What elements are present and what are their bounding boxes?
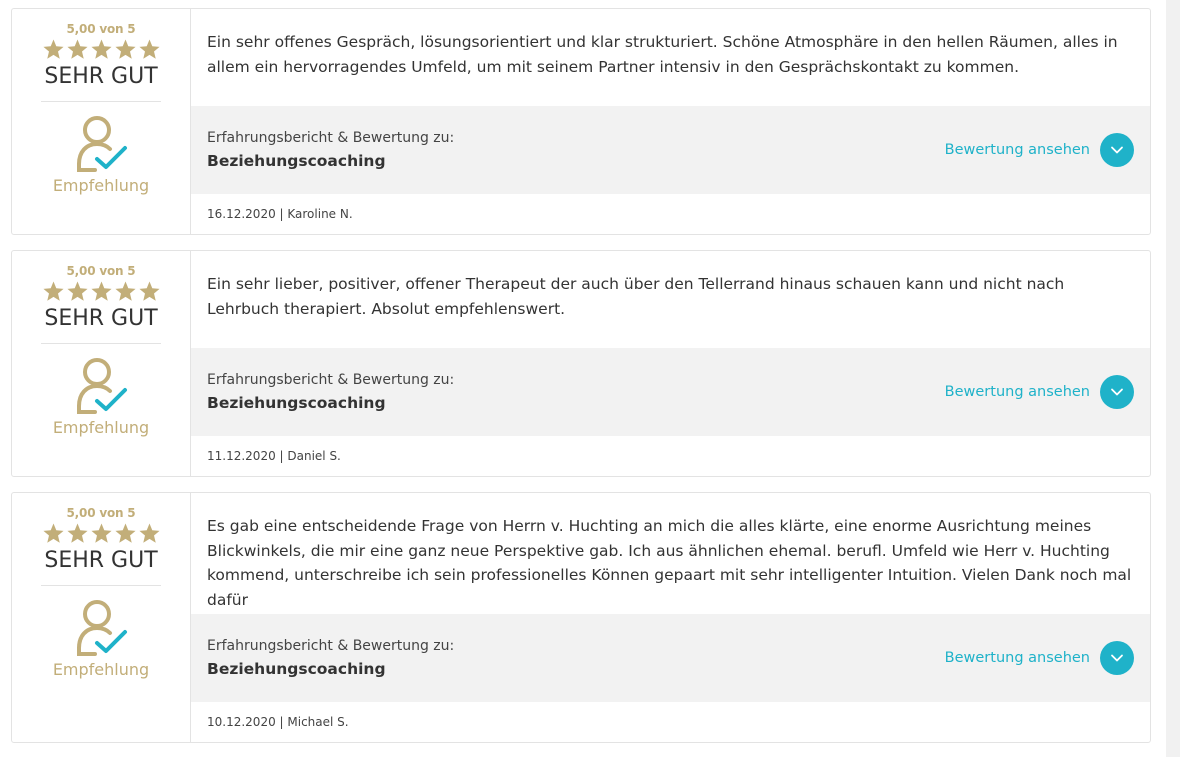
star-icon — [138, 281, 160, 301]
rating-panel: 5,00 von 5 SEHR GUT Empfehlung — [12, 493, 191, 742]
view-review-link[interactable]: Bewertung ansehen — [945, 375, 1134, 409]
service-panel: Erfahrungsbericht & Bewertung zu: Bezieh… — [191, 348, 1150, 436]
star-rating — [42, 522, 161, 545]
star-icon — [138, 39, 160, 59]
star-icon — [42, 39, 64, 59]
review-body: Ein sehr lieber, positiver, offener Ther… — [191, 251, 1150, 476]
service-panel: Erfahrungsbericht & Bewertung zu: Bezieh… — [191, 106, 1150, 194]
star-icon — [114, 39, 136, 59]
star-icon — [114, 523, 136, 543]
chevron-down-icon — [1111, 388, 1123, 396]
review-text: Ein sehr offenes Gespräch, lösungsorient… — [207, 33, 1118, 76]
rating-score: 5,00 von 5 — [66, 22, 136, 36]
star-icon — [90, 281, 112, 301]
rating-panel: 5,00 von 5 SEHR GUT Empfehlung — [12, 9, 191, 234]
review-text: Ein sehr lieber, positiver, offener Ther… — [207, 275, 1065, 318]
star-icon — [114, 281, 136, 301]
rating-panel: 5,00 von 5 SEHR GUT Empfehlung — [12, 251, 191, 476]
recommendation-label: Empfehlung — [52, 418, 150, 437]
chevron-down-icon — [1111, 654, 1123, 662]
star-icon — [66, 281, 88, 301]
recommendation-label: Empfehlung — [52, 660, 150, 679]
review-body: Es gab eine entscheidende Frage von Herr… — [191, 493, 1150, 742]
star-icon — [90, 39, 112, 59]
service-info: Erfahrungsbericht & Bewertung zu: Bezieh… — [207, 638, 454, 678]
rating-label: SEHR GUT — [44, 548, 158, 573]
star-rating — [42, 38, 161, 61]
view-review-button[interactable] — [1100, 133, 1134, 167]
star-rating — [42, 280, 161, 303]
service-info: Erfahrungsbericht & Bewertung zu: Bezieh… — [207, 130, 454, 170]
service-name: Beziehungscoaching — [207, 394, 386, 412]
view-review-label[interactable]: Bewertung ansehen — [945, 384, 1090, 400]
service-info: Erfahrungsbericht & Bewertung zu: Bezieh… — [207, 372, 454, 412]
divider — [41, 585, 161, 586]
star-icon — [42, 281, 64, 301]
rating-label: SEHR GUT — [44, 64, 158, 89]
service-label: Erfahrungsbericht & Bewertung zu: — [207, 130, 455, 146]
review-card: 5,00 von 5 SEHR GUT Empfehlung Es gab ei… — [11, 492, 1151, 743]
divider — [41, 343, 161, 344]
rating-score: 5,00 von 5 — [66, 506, 136, 520]
review-meta: 16.12.2020 | Karoline N. — [207, 207, 353, 221]
user-check-icon — [77, 358, 127, 414]
view-review-label[interactable]: Bewertung ansehen — [945, 142, 1090, 158]
view-review-link[interactable]: Bewertung ansehen — [945, 133, 1134, 167]
star-icon — [138, 523, 160, 543]
view-review-label[interactable]: Bewertung ansehen — [945, 650, 1090, 666]
service-label: Erfahrungsbericht & Bewertung zu: — [207, 372, 455, 388]
view-review-button[interactable] — [1100, 375, 1134, 409]
service-name: Beziehungscoaching — [207, 660, 386, 678]
user-check-icon — [77, 600, 127, 656]
divider — [41, 101, 161, 102]
review-meta: 10.12.2020 | Michael S. — [207, 715, 349, 729]
review-card: 5,00 von 5 SEHR GUT Empfehlung Ein sehr … — [11, 8, 1151, 235]
rating-label: SEHR GUT — [44, 306, 158, 331]
view-review-button[interactable] — [1100, 641, 1134, 675]
star-icon — [42, 523, 64, 543]
star-icon — [66, 39, 88, 59]
star-icon — [66, 523, 88, 543]
star-icon — [90, 523, 112, 543]
review-body: Ein sehr offenes Gespräch, lösungsorient… — [191, 9, 1150, 234]
user-check-icon — [77, 116, 127, 172]
review-text: Es gab eine entscheidende Frage von Herr… — [207, 517, 1132, 609]
service-label: Erfahrungsbericht & Bewertung zu: — [207, 638, 455, 654]
page-scrollbar[interactable] — [1166, 0, 1180, 757]
review-meta: 11.12.2020 | Daniel S. — [207, 449, 341, 463]
rating-score: 5,00 von 5 — [66, 264, 136, 278]
service-name: Beziehungscoaching — [207, 152, 386, 170]
review-card: 5,00 von 5 SEHR GUT Empfehlung Ein sehr … — [11, 250, 1151, 477]
chevron-down-icon — [1111, 146, 1123, 154]
service-panel: Erfahrungsbericht & Bewertung zu: Bezieh… — [191, 614, 1150, 702]
recommendation-label: Empfehlung — [52, 176, 150, 195]
view-review-link[interactable]: Bewertung ansehen — [945, 641, 1134, 675]
